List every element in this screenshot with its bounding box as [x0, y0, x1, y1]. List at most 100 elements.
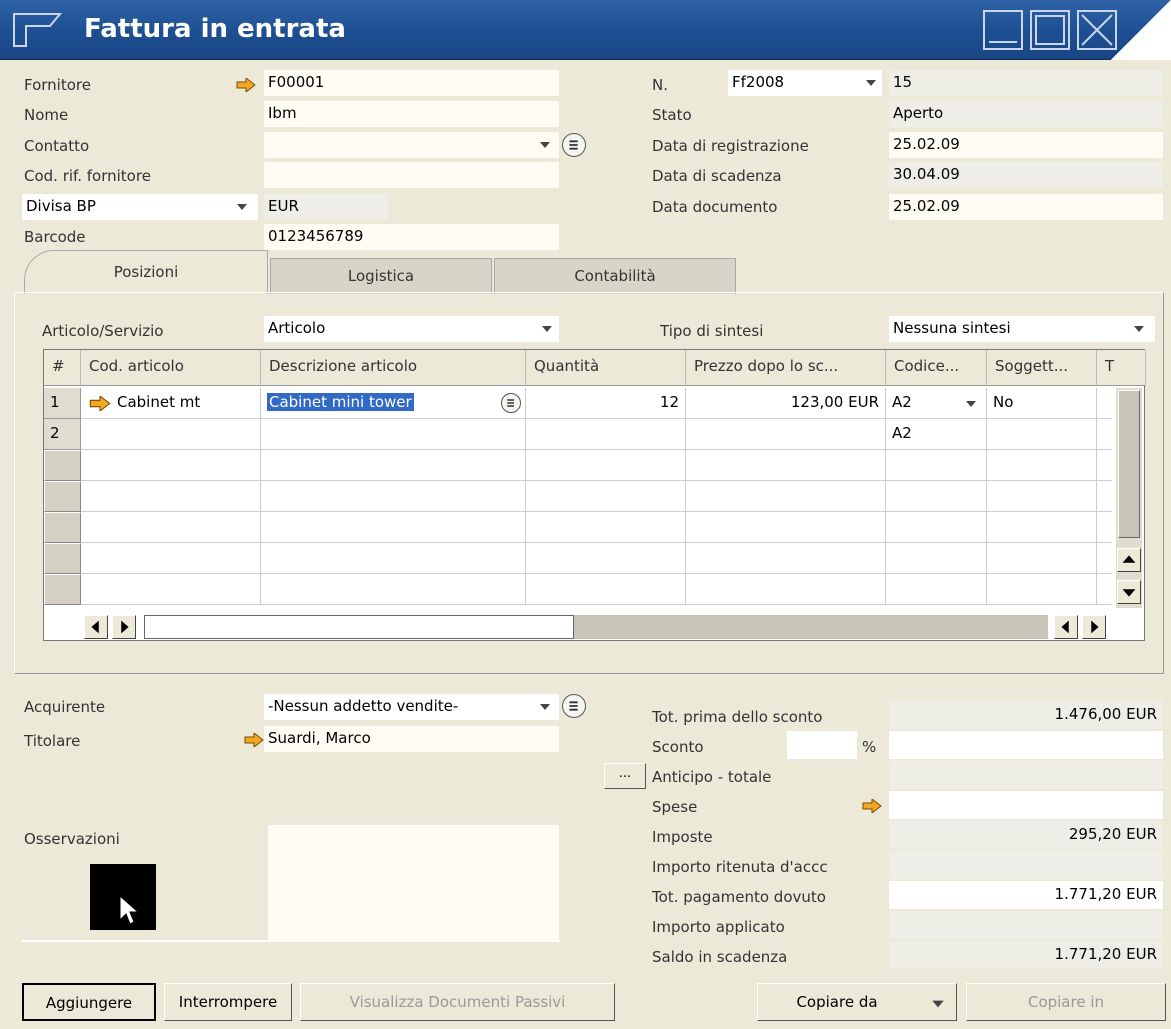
acquirente-select[interactable]: -Nessun addetto vendite-	[264, 694, 559, 720]
link-arrow-icon[interactable]	[244, 733, 264, 747]
table-row[interactable]	[44, 543, 1112, 574]
scroll-track[interactable]	[574, 615, 1048, 639]
list-icon[interactable]	[562, 694, 586, 718]
scroll-left-button[interactable]	[84, 615, 108, 639]
link-arrow-icon[interactable]	[862, 799, 882, 813]
series-select[interactable]: Ff2008	[728, 70, 882, 96]
imposte-label: Imposte	[652, 828, 713, 846]
cod-cell[interactable]	[81, 419, 261, 450]
table-row[interactable]: 1 Cabinet mt Cabinet mini tower 12 123,0…	[44, 388, 1112, 419]
table-row[interactable]	[44, 450, 1112, 481]
tab-contabilita[interactable]: Contabilità	[494, 258, 736, 294]
interrompere-button[interactable]: Interrompere	[164, 983, 292, 1021]
aggiungere-button[interactable]: Aggiungere	[22, 983, 156, 1021]
nome-field[interactable]: Ibm	[264, 101, 559, 127]
descr-cell[interactable]	[261, 419, 526, 450]
link-arrow-icon[interactable]	[89, 396, 111, 411]
table-row[interactable]	[44, 574, 1112, 605]
anticipo-label: Anticipo - totale	[652, 768, 772, 786]
price-cell[interactable]	[686, 419, 886, 450]
list-icon[interactable]	[562, 133, 586, 157]
scroll-down-button[interactable]	[1117, 580, 1141, 604]
row-number[interactable]	[44, 481, 81, 512]
row-number[interactable]: 1	[44, 388, 81, 419]
copiare-da-button[interactable]: Copiare da	[757, 983, 957, 1021]
sconto-field[interactable]	[787, 731, 857, 759]
scroll-right-button[interactable]	[112, 615, 136, 639]
osservazioni-textarea[interactable]	[268, 825, 559, 941]
barcode-field[interactable]: 0123456789	[264, 224, 559, 250]
codice-cell[interactable]: A2	[886, 388, 987, 419]
column-header[interactable]: Soggett...	[987, 350, 1097, 386]
chevron-down-icon[interactable]	[538, 140, 552, 150]
data-doc-field[interactable]: 25.02.09	[889, 194, 1163, 220]
sconto-amount-field[interactable]	[889, 731, 1163, 759]
minimize-button[interactable]	[983, 10, 1023, 50]
tot-prima-value: 1.476,00 EUR	[889, 701, 1163, 729]
link-arrow-icon[interactable]	[236, 78, 256, 92]
column-header[interactable]: Descrizione articolo	[261, 350, 526, 386]
chevron-down-icon[interactable]	[538, 702, 552, 712]
column-header[interactable]: Cod. articolo	[81, 350, 261, 386]
tab-posizioni[interactable]: Posizioni	[24, 250, 268, 294]
chevron-down-icon[interactable]	[540, 324, 554, 334]
nome-label: Nome	[24, 106, 69, 124]
codrif-field[interactable]	[264, 162, 559, 188]
importo-applicato-label: Importo applicato	[652, 918, 785, 936]
chevron-down-icon[interactable]	[930, 998, 946, 1010]
visualizza-documenti-button[interactable]: Visualizza Documenti Passivi	[300, 983, 615, 1021]
contatto-field[interactable]	[264, 132, 559, 158]
data-reg-field[interactable]: 25.02.09	[889, 132, 1163, 158]
row-number[interactable]	[44, 574, 81, 605]
horizontal-scrollbar[interactable]	[82, 614, 1116, 640]
column-header[interactable]: Quantità	[526, 350, 686, 386]
scroll-right-button[interactable]	[1082, 615, 1106, 639]
scroll-thumb[interactable]	[1118, 390, 1140, 538]
column-header[interactable]: Codice...	[886, 350, 987, 386]
barcode-label: Barcode	[24, 228, 86, 246]
row-number[interactable]	[44, 450, 81, 481]
column-header[interactable]: #	[44, 350, 81, 386]
codice-cell[interactable]: A2	[886, 419, 987, 450]
list-icon[interactable]	[501, 393, 521, 413]
chevron-down-icon[interactable]	[235, 202, 249, 212]
scroll-left-button[interactable]	[1054, 615, 1078, 639]
row-number[interactable]: 2	[44, 419, 81, 450]
data-scad-field[interactable]: 30.04.09	[889, 162, 1163, 188]
column-header[interactable]: T	[1097, 350, 1146, 386]
copiare-in-button[interactable]: Copiare in	[966, 983, 1166, 1021]
chevron-down-icon[interactable]	[1132, 324, 1146, 334]
document-icon	[13, 13, 62, 47]
titolare-field[interactable]: Suardi, Marco	[264, 726, 559, 752]
fornitore-field[interactable]: F00001	[264, 70, 559, 96]
qty-cell[interactable]	[526, 419, 686, 450]
tipo-select[interactable]: Articolo	[264, 316, 559, 342]
cod-cell[interactable]: Cabinet mt	[81, 388, 261, 419]
cod-value: Cabinet mt	[117, 393, 201, 411]
codice-value: A2	[892, 393, 912, 411]
qty-cell[interactable]: 12	[526, 388, 686, 419]
soggetto-cell[interactable]	[987, 419, 1097, 450]
column-header[interactable]: Prezzo dopo lo sc...	[686, 350, 886, 386]
scroll-up-button[interactable]	[1117, 548, 1141, 572]
sintesi-select[interactable]: Nessuna sintesi	[889, 316, 1155, 342]
price-cell[interactable]: 123,00 EUR	[686, 388, 886, 419]
table-row[interactable]	[44, 512, 1112, 543]
row-number[interactable]	[44, 543, 81, 574]
tab-logistica[interactable]: Logistica	[270, 258, 492, 294]
chevron-down-icon[interactable]	[964, 399, 978, 409]
table-row[interactable]	[44, 481, 1112, 512]
soggetto-cell[interactable]: No	[987, 388, 1097, 419]
divisa-select[interactable]: Divisa BP	[22, 194, 258, 220]
vertical-scrollbar[interactable]	[1116, 388, 1142, 608]
scroll-thumb[interactable]	[144, 615, 574, 639]
anticipo-details-button[interactable]: ...	[604, 763, 646, 789]
row-number[interactable]	[44, 512, 81, 543]
divisa-field: EUR	[264, 194, 388, 220]
descr-cell[interactable]: Cabinet mini tower	[261, 388, 526, 419]
chevron-down-icon[interactable]	[864, 78, 878, 88]
sconto-label: Sconto	[652, 738, 704, 756]
maximize-button[interactable]	[1030, 10, 1070, 50]
copiare-da-label: Copiare da	[796, 993, 878, 1011]
table-row[interactable]: 2 A2	[44, 419, 1112, 450]
